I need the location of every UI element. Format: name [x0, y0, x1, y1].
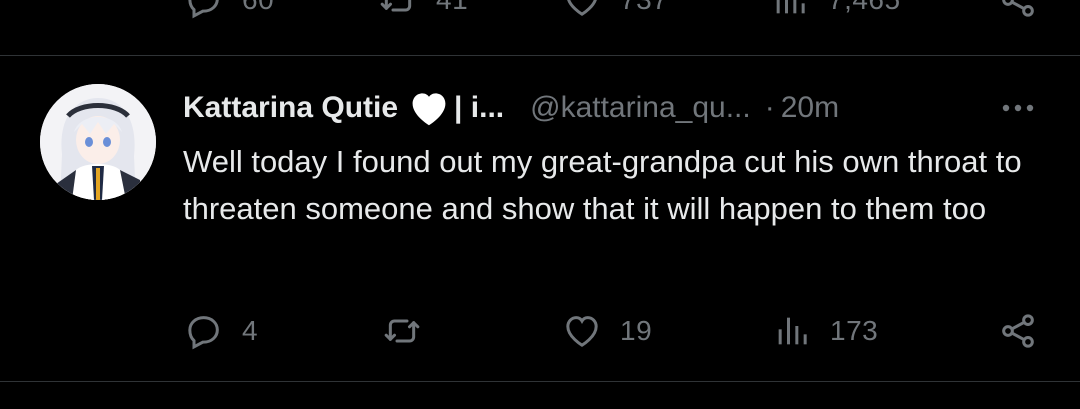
tweet-text: Well today I found out my great-grandpa …: [183, 144, 1022, 226]
tweet-header: Kattarina Qutie | i... @kattarina_qu... …: [183, 86, 839, 130]
reply-bubble-icon: [188, 0, 219, 19]
share-icon: [1002, 314, 1034, 348]
like-count: 19: [620, 315, 653, 346]
reply-button[interactable]: 4: [184, 309, 258, 353]
previous-like-button[interactable]: 737: [562, 0, 668, 22]
views-bars-icon: [776, 0, 805, 14]
previous-repost-count: 41: [436, 0, 468, 16]
previous-reply-button[interactable]: 60: [184, 0, 274, 22]
previous-reply-count: 60: [242, 0, 274, 16]
more-options-button[interactable]: [998, 90, 1038, 126]
reply-bubble-icon: [188, 316, 219, 350]
display-name[interactable]: Kattarina Qutie: [183, 91, 398, 125]
more-dots-icon: [1002, 104, 1034, 112]
views-bars-icon: [778, 317, 807, 345]
timestamp[interactable]: 20m: [781, 91, 839, 125]
previous-tweet-actions: 60 41 737 7,465: [0, 0, 1080, 22]
repost-icon: [384, 319, 420, 343]
avatar[interactable]: [40, 84, 156, 200]
repost-icon: [380, 0, 412, 12]
share-button[interactable]: [998, 309, 1038, 353]
divider: [0, 55, 1080, 56]
views-button[interactable]: 173: [772, 309, 878, 353]
like-button[interactable]: 19: [562, 309, 652, 353]
share-icon: [1002, 0, 1034, 17]
user-handle[interactable]: @kattarina_qu...: [530, 91, 751, 125]
previous-repost-button[interactable]: 41: [378, 0, 468, 22]
heart-outline-icon: [567, 0, 597, 16]
previous-views-button[interactable]: 7,465: [770, 0, 901, 22]
previous-like-count: 737: [620, 0, 668, 16]
repost-button[interactable]: [382, 309, 440, 353]
reply-count: 4: [242, 315, 259, 346]
white-heart-icon: [408, 89, 450, 127]
separator-dot: ·: [764, 91, 775, 124]
views-count: 173: [830, 315, 879, 346]
heart-outline-icon: [566, 316, 598, 347]
previous-views-count: 7,465: [828, 0, 901, 16]
anime-avatar-image: [40, 84, 156, 200]
display-name-suffix: | i...: [454, 91, 505, 124]
divider: [0, 381, 1080, 382]
timeline: 60 41 737 7,465: [0, 0, 1080, 409]
previous-share-button[interactable]: [998, 0, 1038, 22]
